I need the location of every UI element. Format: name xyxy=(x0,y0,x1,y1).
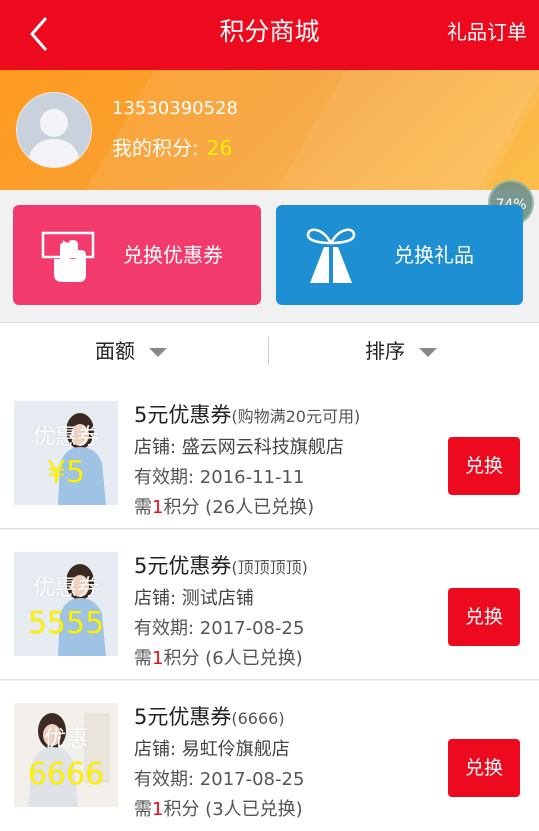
need-prefix: 需 xyxy=(134,648,152,669)
item-condition: (顶顶顶顶) xyxy=(231,558,308,577)
filter-denomination-label: 面额 xyxy=(95,339,135,363)
item-points-required: 需1积分 (26人已兑换) xyxy=(134,493,360,519)
list-item[interactable]: 优惠券 ¥5 5元优惠券(购物满20元可用) 店铺: 盛云网云科技旗舰店 有效期… xyxy=(0,379,539,529)
points-value: 26 xyxy=(206,136,233,160)
item-info: 5元优惠券(购物满20元可用) 店铺: 盛云网云科技旗舰店 有效期: 2016-… xyxy=(134,399,360,519)
divider xyxy=(0,528,539,529)
thumb-amount: ¥5 xyxy=(46,455,86,490)
coupon-thumbnail: 优惠券 ¥5 xyxy=(14,401,118,505)
item-store: 店铺: 测试店铺 xyxy=(134,588,254,609)
exchange-button[interactable]: 兑换 xyxy=(448,588,520,646)
item-name-line: 5元优惠券(6666) xyxy=(134,701,304,731)
item-validity: 有效期: 2017-08-25 xyxy=(134,618,305,639)
need-number: 1 xyxy=(152,799,164,820)
hand-coupon-icon: ¥ xyxy=(41,231,95,282)
item-points-required: 需1积分 (3人已兑换) xyxy=(134,795,304,821)
list-item[interactable]: 优惠券 5555 5元优惠券(顶顶顶顶) 店铺: 测试店铺 有效期: 2017-… xyxy=(0,530,539,680)
filter-sort-label: 排序 xyxy=(365,339,405,363)
user-silhouette-icon xyxy=(17,93,91,167)
item-condition: (6666) xyxy=(231,709,285,728)
points-line: 我的积分: 26 xyxy=(112,132,232,161)
exchange-gift-button[interactable]: 兑换礼品 xyxy=(276,205,523,305)
thumb-amount: 6666 xyxy=(27,757,105,792)
exchange-button[interactable]: 兑换 xyxy=(448,437,520,495)
item-store: 店铺: 易虹伶旗舰店 xyxy=(134,739,290,760)
points-label: 我的积分: xyxy=(112,136,199,160)
need-number: 1 xyxy=(152,648,164,669)
item-info: 5元优惠券(6666) 店铺: 易虹伶旗舰店 有效期: 2017-08-25 需… xyxy=(134,701,304,821)
item-name: 5元优惠券 xyxy=(134,403,232,427)
need-prefix: 需 xyxy=(134,799,152,820)
gift-orders-link[interactable]: 礼品订单 xyxy=(447,0,527,70)
thumb-title: 优惠券 xyxy=(32,425,99,450)
exchange-coupon-label: 兑换优惠券 xyxy=(123,243,223,267)
item-validity: 有效期: 2016-11-11 xyxy=(134,467,305,488)
filter-divider xyxy=(268,337,269,365)
list-item[interactable]: 优惠 6666 5元优惠券(6666) 店铺: 易虹伶旗舰店 有效期: 2017… xyxy=(0,681,539,831)
item-name-line: 5元优惠券(购物满20元可用) xyxy=(134,399,360,429)
coupon-thumbnail: 优惠 6666 xyxy=(14,703,118,807)
gift-icon xyxy=(306,228,356,283)
item-store: 店铺: 盛云网云科技旗舰店 xyxy=(134,437,344,458)
item-name-line: 5元优惠券(顶顶顶顶) xyxy=(134,550,308,580)
need-suffix: 积分 (3人已兑换) xyxy=(163,799,303,820)
item-info: 5元优惠券(顶顶顶顶) 店铺: 测试店铺 有效期: 2017-08-25 需1积… xyxy=(134,550,308,670)
user-banner: 13530390528 我的积分: 26 xyxy=(0,70,539,190)
item-name: 5元优惠券 xyxy=(134,554,232,578)
thumb-amount: 5555 xyxy=(27,606,105,641)
need-number: 1 xyxy=(152,497,164,518)
need-suffix: 积分 (26人已兑换) xyxy=(163,497,315,518)
avatar[interactable] xyxy=(16,92,92,168)
exchange-gift-label: 兑换礼品 xyxy=(394,243,474,267)
exchange-button[interactable]: 兑换 xyxy=(448,739,520,797)
user-phone: 13530390528 xyxy=(112,98,238,119)
item-points-required: 需1积分 (6人已兑换) xyxy=(134,644,308,670)
dropdown-arrow-icon xyxy=(419,348,437,357)
filter-bar: 面额 排序 xyxy=(0,322,539,380)
coupon-thumbnail: 优惠券 5555 xyxy=(14,552,118,656)
exchange-coupon-button[interactable]: ¥ 兑换优惠券 xyxy=(13,205,261,305)
need-suffix: 积分 (6人已兑换) xyxy=(163,648,303,669)
divider xyxy=(0,679,539,680)
filter-denomination[interactable]: 面额 xyxy=(95,323,167,379)
dropdown-arrow-icon xyxy=(149,348,167,357)
filter-sort[interactable]: 排序 xyxy=(365,323,437,379)
need-prefix: 需 xyxy=(134,497,152,518)
header-bar: 积分商城 礼品订单 xyxy=(0,0,539,70)
thumb-title: 优惠券 xyxy=(32,576,99,601)
item-condition: (购物满20元可用) xyxy=(231,407,361,426)
thumb-title: 优惠 xyxy=(43,727,88,752)
item-validity: 有效期: 2017-08-25 xyxy=(134,769,305,790)
item-name: 5元优惠券 xyxy=(134,705,232,729)
